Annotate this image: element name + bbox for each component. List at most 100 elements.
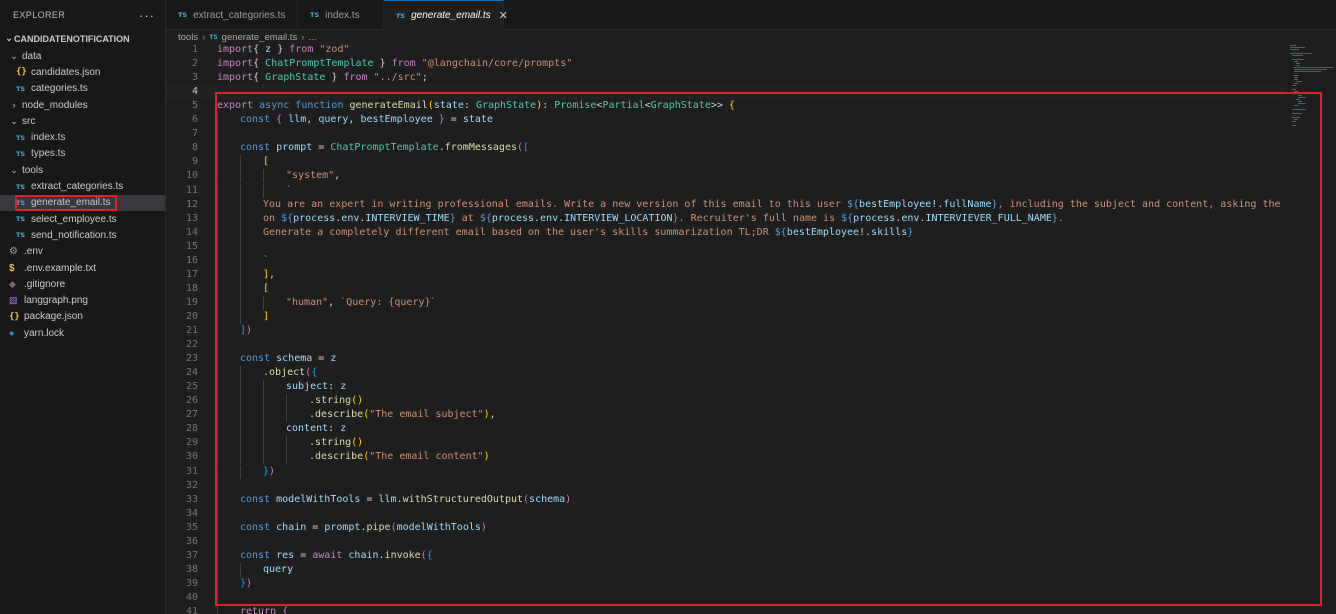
- code-token: ,: [334, 170, 341, 182]
- code-token: ChatPromptTemplate: [330, 142, 439, 154]
- minimap-line: [1294, 105, 1298, 106]
- minimap-line: [1294, 67, 1334, 68]
- tree-item-env[interactable]: ⚙ .env: [0, 244, 165, 260]
- code-token: process: [293, 212, 336, 224]
- indent-guide: [240, 183, 241, 198]
- tree-item-types-ts[interactable]: TS types.ts: [0, 146, 165, 162]
- code-token: {: [426, 549, 433, 561]
- code-line[interactable]: 10 "system",: [166, 169, 1284, 184]
- code-text: const schema = z: [240, 352, 336, 366]
- code-line[interactable]: 1 import{ z } from "zod": [166, 43, 1284, 57]
- code-editor[interactable]: 1 import{ z } from "zod" 2 import{ ChatProm…: [166, 43, 1284, 614]
- code-line[interactable]: 22: [166, 338, 1284, 353]
- tab-extract-categories-ts[interactable]: TS extract_categories.ts: [166, 0, 298, 30]
- tree-item-generate-email-ts[interactable]: TS generate_email.ts: [0, 194, 165, 211]
- tree-item-yarn-lock[interactable]: ● yarn.lock: [0, 325, 165, 341]
- indent-guide: [286, 436, 287, 451]
- tree-item-langgraph-png[interactable]: ▨ langgraph.png: [0, 292, 165, 308]
- indent-guide: [217, 113, 218, 128]
- explorer-sidebar: EXPLORER ··· ⌄ CANDIDATENOTIFICATION ⌄ da…: [0, 0, 166, 614]
- code-token: "The email content": [369, 451, 484, 463]
- code-line[interactable]: 26 .string(): [166, 394, 1284, 409]
- code-line[interactable]: 37 const res = await chain.invoke({: [166, 548, 1284, 563]
- code-line[interactable]: 4: [166, 85, 1284, 100]
- code-token: ): [246, 577, 253, 589]
- code-line[interactable]: 23 const schema = z: [166, 352, 1284, 367]
- code-line[interactable]: 3 import{ GraphState } from "../src";: [166, 71, 1284, 85]
- code-line[interactable]: 16 `: [166, 253, 1284, 268]
- tree-item-send-notification-ts[interactable]: TS send_notification.ts: [0, 227, 165, 243]
- tab-generate-email-ts[interactable]: TS generate_email.ts ✕: [384, 0, 508, 30]
- code-line[interactable]: 2 import{ ChatPromptTemplate } from "@lan…: [166, 57, 1284, 71]
- tab-index-ts[interactable]: TS index.ts: [298, 0, 384, 30]
- tree-item-tools[interactable]: ⌄ tools: [0, 162, 165, 178]
- code-line[interactable]: 30 .describe("The email content"): [166, 450, 1284, 465]
- code-line[interactable]: 31}): [166, 464, 1284, 479]
- code-line[interactable]: 36: [166, 534, 1284, 549]
- code-line[interactable]: 41 return {: [166, 605, 1284, 614]
- code-line[interactable]: 8 const prompt = ChatPromptTemplate.fromM…: [166, 141, 1284, 156]
- tree-item-extract-categories-ts[interactable]: TS extract_categories.ts: [0, 178, 165, 194]
- code-line[interactable]: 9[: [166, 155, 1284, 170]
- minimap[interactable]: [1284, 43, 1336, 614]
- line-number: 2: [191, 58, 198, 70]
- indent-guide: [217, 253, 218, 268]
- more-actions-icon[interactable]: ···: [139, 8, 155, 23]
- code-token: fullName: [943, 198, 992, 210]
- code-line[interactable]: 7: [166, 127, 1284, 142]
- breadcrumb-file[interactable]: generate_email.ts: [222, 32, 298, 43]
- indent-guide: [240, 394, 241, 409]
- code-line[interactable]: 13 on ${process.env.INTERVIEW_TIME} at ${…: [166, 211, 1284, 226]
- code-text: `: [286, 184, 292, 198]
- code-token: content: [286, 423, 329, 435]
- tree-item-data[interactable]: ⌄ data: [0, 48, 165, 64]
- code-line[interactable]: 15: [166, 239, 1284, 254]
- code-line[interactable]: 12 You are an expert in writing professio…: [166, 197, 1284, 212]
- code-line[interactable]: 27 .describe("The email subject"),: [166, 408, 1284, 423]
- line-number: 38: [185, 563, 198, 575]
- code-token: ,: [269, 268, 276, 280]
- code-line[interactable]: 17],: [166, 267, 1284, 282]
- tree-item-label: extract_categories.ts: [31, 181, 124, 193]
- code-line[interactable]: 32: [166, 478, 1284, 493]
- code-line[interactable]: 11 `: [166, 183, 1284, 198]
- code-line[interactable]: 19 "human", `Query: {query}`: [166, 295, 1284, 310]
- close-icon[interactable]: ✕: [499, 9, 508, 22]
- tree-item-src[interactable]: ⌄ src: [0, 113, 165, 129]
- code-token: ): [483, 451, 490, 463]
- code-line[interactable]: 14 Generate a completely different email …: [166, 225, 1284, 240]
- code-line[interactable]: 18 [: [166, 281, 1284, 296]
- code-line[interactable]: 25 subject: z: [166, 380, 1284, 395]
- code-token: {: [311, 367, 318, 379]
- code-line[interactable]: 5 export async function generateEmail(sta…: [166, 99, 1284, 113]
- code-line[interactable]: 20]: [166, 309, 1284, 324]
- tree-item-candidates-json[interactable]: {} candidates.json: [0, 64, 165, 80]
- code-line[interactable]: 24 .object({: [166, 366, 1284, 381]
- code-token: =: [360, 493, 379, 505]
- tree-item-node-modules[interactable]: › node_modules: [0, 97, 165, 113]
- code-line[interactable]: 29 .string(): [166, 436, 1284, 451]
- tree-item-package-json[interactable]: {} package.json: [0, 309, 165, 325]
- tree-item-index-ts[interactable]: TS index.ts: [0, 129, 165, 145]
- code-text: }): [263, 465, 275, 479]
- typescript-file-icon: TS: [396, 11, 406, 20]
- code-line[interactable]: 35 const chain = prompt.pipe(modelWithToo…: [166, 520, 1284, 535]
- tree-item-categories-ts[interactable]: TS categories.ts: [0, 81, 165, 97]
- code-text: const chain = prompt.pipe(modelWithTools…: [240, 521, 487, 535]
- code-token: Promise: [554, 100, 597, 112]
- code-line[interactable]: 34: [166, 506, 1284, 521]
- code-line[interactable]: 28 content: z: [166, 422, 1284, 437]
- workspace-root[interactable]: ⌄ CANDIDATENOTIFICATION: [0, 30, 165, 47]
- tree-item-gitignore[interactable]: ◆ .gitignore: [0, 276, 165, 292]
- breadcrumb-symbols[interactable]: ...: [308, 32, 316, 43]
- code-line[interactable]: 33 const modelWithTools = llm.withStructu…: [166, 492, 1284, 507]
- code-token: }: [271, 44, 290, 55]
- breadcrumb-folder[interactable]: tools: [178, 32, 198, 43]
- tree-item-env-example-txt[interactable]: $ .env.example.txt: [0, 260, 165, 276]
- tree-item-select-employee-ts[interactable]: TS select_employee.ts: [0, 211, 165, 227]
- code-line[interactable]: 6 const { llm, query, bestEmployee } = st…: [166, 113, 1284, 128]
- code-line[interactable]: 38 query: [166, 562, 1284, 577]
- code-line[interactable]: 40: [166, 590, 1284, 605]
- code-line[interactable]: 21]): [166, 324, 1284, 338]
- code-line[interactable]: 39}): [166, 576, 1284, 591]
